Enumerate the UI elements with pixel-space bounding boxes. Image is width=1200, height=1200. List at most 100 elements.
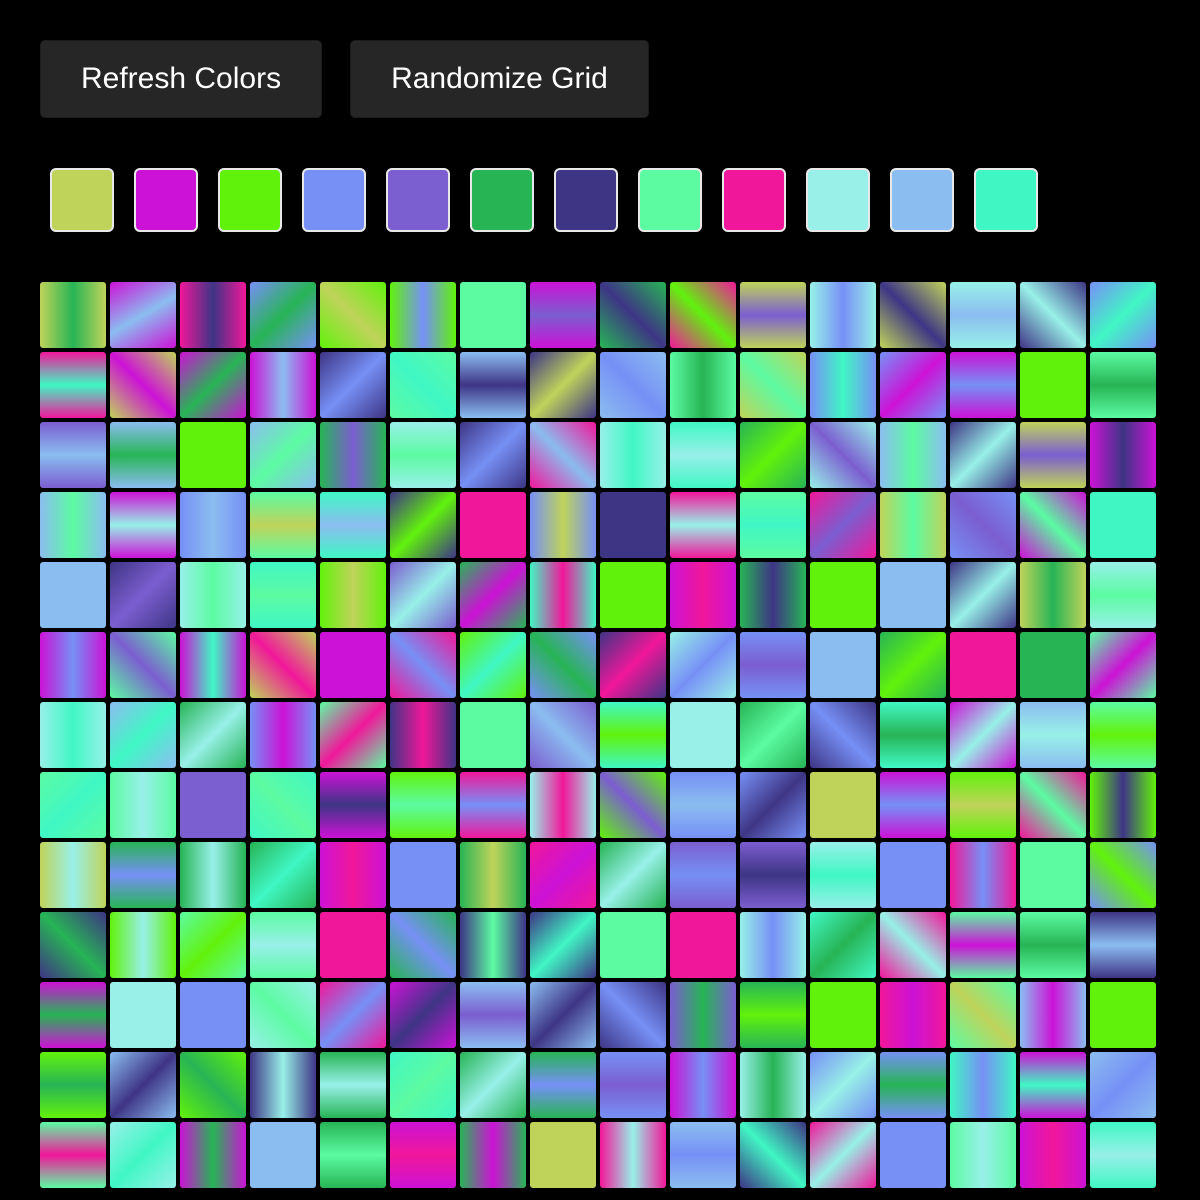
- grid-cell[interactable]: [1020, 702, 1086, 768]
- grid-cell[interactable]: [390, 982, 456, 1048]
- grid-cell[interactable]: [880, 282, 946, 348]
- grid-cell[interactable]: [1020, 352, 1086, 418]
- grid-cell[interactable]: [950, 492, 1016, 558]
- grid-cell[interactable]: [250, 912, 316, 978]
- grid-cell[interactable]: [950, 1122, 1016, 1188]
- grid-cell[interactable]: [810, 282, 876, 348]
- grid-cell[interactable]: [320, 422, 386, 488]
- grid-cell[interactable]: [600, 352, 666, 418]
- grid-cell[interactable]: [950, 352, 1016, 418]
- grid-cell[interactable]: [320, 282, 386, 348]
- grid-cell[interactable]: [460, 352, 526, 418]
- grid-cell[interactable]: [950, 772, 1016, 838]
- grid-cell[interactable]: [740, 702, 806, 768]
- grid-cell[interactable]: [670, 912, 736, 978]
- grid-cell[interactable]: [1020, 772, 1086, 838]
- grid-cell[interactable]: [600, 702, 666, 768]
- grid-cell[interactable]: [110, 1122, 176, 1188]
- grid-cell[interactable]: [810, 1052, 876, 1118]
- grid-cell[interactable]: [40, 1122, 106, 1188]
- grid-cell[interactable]: [880, 912, 946, 978]
- grid-cell[interactable]: [460, 842, 526, 908]
- grid-cell[interactable]: [670, 562, 736, 628]
- grid-cell[interactable]: [110, 282, 176, 348]
- grid-cell[interactable]: [390, 632, 456, 698]
- grid-cell[interactable]: [810, 842, 876, 908]
- grid-cell[interactable]: [810, 352, 876, 418]
- grid-cell[interactable]: [1090, 562, 1156, 628]
- grid-cell[interactable]: [600, 562, 666, 628]
- grid-cell[interactable]: [740, 982, 806, 1048]
- grid-cell[interactable]: [1020, 1122, 1086, 1188]
- grid-cell[interactable]: [40, 492, 106, 558]
- grid-cell[interactable]: [110, 562, 176, 628]
- grid-cell[interactable]: [740, 1122, 806, 1188]
- grid-cell[interactable]: [670, 422, 736, 488]
- grid-cell[interactable]: [1020, 492, 1086, 558]
- grid-cell[interactable]: [250, 632, 316, 698]
- grid-cell[interactable]: [180, 282, 246, 348]
- grid-cell[interactable]: [1090, 422, 1156, 488]
- grid-cell[interactable]: [180, 912, 246, 978]
- grid-cell[interactable]: [1020, 632, 1086, 698]
- grid-cell[interactable]: [530, 702, 596, 768]
- grid-cell[interactable]: [320, 492, 386, 558]
- grid-cell[interactable]: [670, 282, 736, 348]
- grid-cell[interactable]: [600, 912, 666, 978]
- grid-cell[interactable]: [40, 562, 106, 628]
- grid-cell[interactable]: [320, 912, 386, 978]
- grid-cell[interactable]: [180, 352, 246, 418]
- grid-cell[interactable]: [180, 842, 246, 908]
- grid-cell[interactable]: [740, 842, 806, 908]
- grid-cell[interactable]: [600, 1122, 666, 1188]
- palette-swatch[interactable]: [302, 168, 366, 232]
- grid-cell[interactable]: [390, 1122, 456, 1188]
- palette-swatch[interactable]: [722, 168, 786, 232]
- grid-cell[interactable]: [740, 772, 806, 838]
- grid-cell[interactable]: [1020, 982, 1086, 1048]
- grid-cell[interactable]: [600, 982, 666, 1048]
- grid-cell[interactable]: [460, 1052, 526, 1118]
- grid-cell[interactable]: [40, 352, 106, 418]
- grid-cell[interactable]: [320, 982, 386, 1048]
- grid-cell[interactable]: [1020, 912, 1086, 978]
- grid-cell[interactable]: [810, 982, 876, 1048]
- grid-cell[interactable]: [880, 562, 946, 628]
- grid-cell[interactable]: [880, 702, 946, 768]
- grid-cell[interactable]: [460, 912, 526, 978]
- grid-cell[interactable]: [40, 1052, 106, 1118]
- grid-cell[interactable]: [600, 492, 666, 558]
- grid-cell[interactable]: [530, 562, 596, 628]
- grid-cell[interactable]: [600, 422, 666, 488]
- grid-cell[interactable]: [670, 632, 736, 698]
- grid-cell[interactable]: [110, 632, 176, 698]
- grid-cell[interactable]: [180, 1052, 246, 1118]
- grid-cell[interactable]: [950, 982, 1016, 1048]
- grid-cell[interactable]: [250, 772, 316, 838]
- grid-cell[interactable]: [390, 492, 456, 558]
- palette-swatch[interactable]: [638, 168, 702, 232]
- grid-cell[interactable]: [110, 842, 176, 908]
- grid-cell[interactable]: [110, 1052, 176, 1118]
- grid-cell[interactable]: [880, 772, 946, 838]
- grid-cell[interactable]: [880, 352, 946, 418]
- grid-cell[interactable]: [110, 492, 176, 558]
- grid-cell[interactable]: [600, 632, 666, 698]
- grid-cell[interactable]: [600, 282, 666, 348]
- grid-cell[interactable]: [1090, 492, 1156, 558]
- palette-swatch[interactable]: [554, 168, 618, 232]
- grid-cell[interactable]: [880, 1122, 946, 1188]
- grid-cell[interactable]: [740, 632, 806, 698]
- grid-cell[interactable]: [180, 492, 246, 558]
- grid-cell[interactable]: [40, 842, 106, 908]
- grid-cell[interactable]: [810, 492, 876, 558]
- grid-cell[interactable]: [1020, 282, 1086, 348]
- grid-cell[interactable]: [250, 982, 316, 1048]
- grid-cell[interactable]: [1090, 702, 1156, 768]
- grid-cell[interactable]: [810, 702, 876, 768]
- grid-cell[interactable]: [390, 562, 456, 628]
- grid-cell[interactable]: [670, 1122, 736, 1188]
- grid-cell[interactable]: [460, 1122, 526, 1188]
- grid-cell[interactable]: [950, 842, 1016, 908]
- grid-cell[interactable]: [600, 842, 666, 908]
